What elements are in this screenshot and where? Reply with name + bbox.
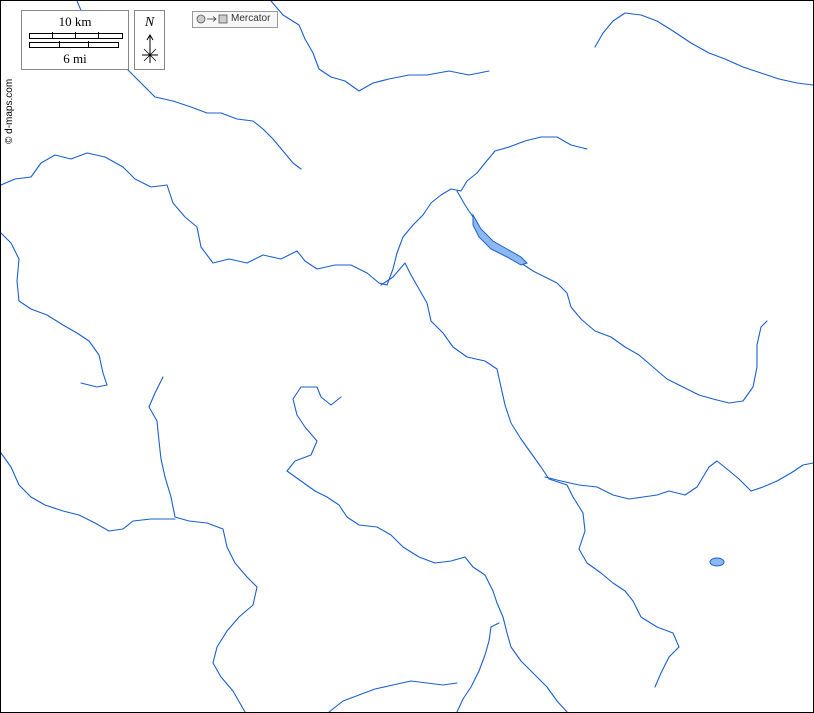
projection-label: Mercator (231, 13, 271, 24)
north-arrow-box: N (134, 10, 165, 70)
river (456, 622, 500, 712)
credit-text: © d-maps.com (4, 78, 15, 144)
compass-icon (142, 34, 158, 63)
river (148, 376, 258, 712)
river (1, 452, 176, 532)
river (286, 386, 568, 712)
river (544, 460, 813, 500)
scale-bar-box: 10 km 6 mi (21, 10, 129, 70)
circle-to-square-icon (196, 14, 228, 24)
copyright-credit: © d-maps.com (4, 79, 18, 163)
map-frame: © d-maps.com 10 km 6 mi N Mercator (0, 0, 814, 713)
river (456, 190, 768, 404)
scale-bar-km (29, 32, 123, 39)
river-network (1, 1, 813, 712)
projection-label-box: Mercator (192, 11, 278, 28)
scale-mi-label: 6 mi (63, 51, 87, 66)
river (1, 152, 388, 286)
pond (709, 557, 725, 567)
scale-bar-mi (29, 41, 119, 48)
scale-km-label: 10 km (58, 14, 92, 29)
lake (472, 213, 528, 266)
river (270, 1, 490, 92)
river (594, 12, 813, 86)
river (328, 680, 458, 712)
river (386, 136, 588, 286)
north-label: N (144, 15, 155, 30)
river (380, 262, 680, 688)
river (1, 232, 108, 388)
